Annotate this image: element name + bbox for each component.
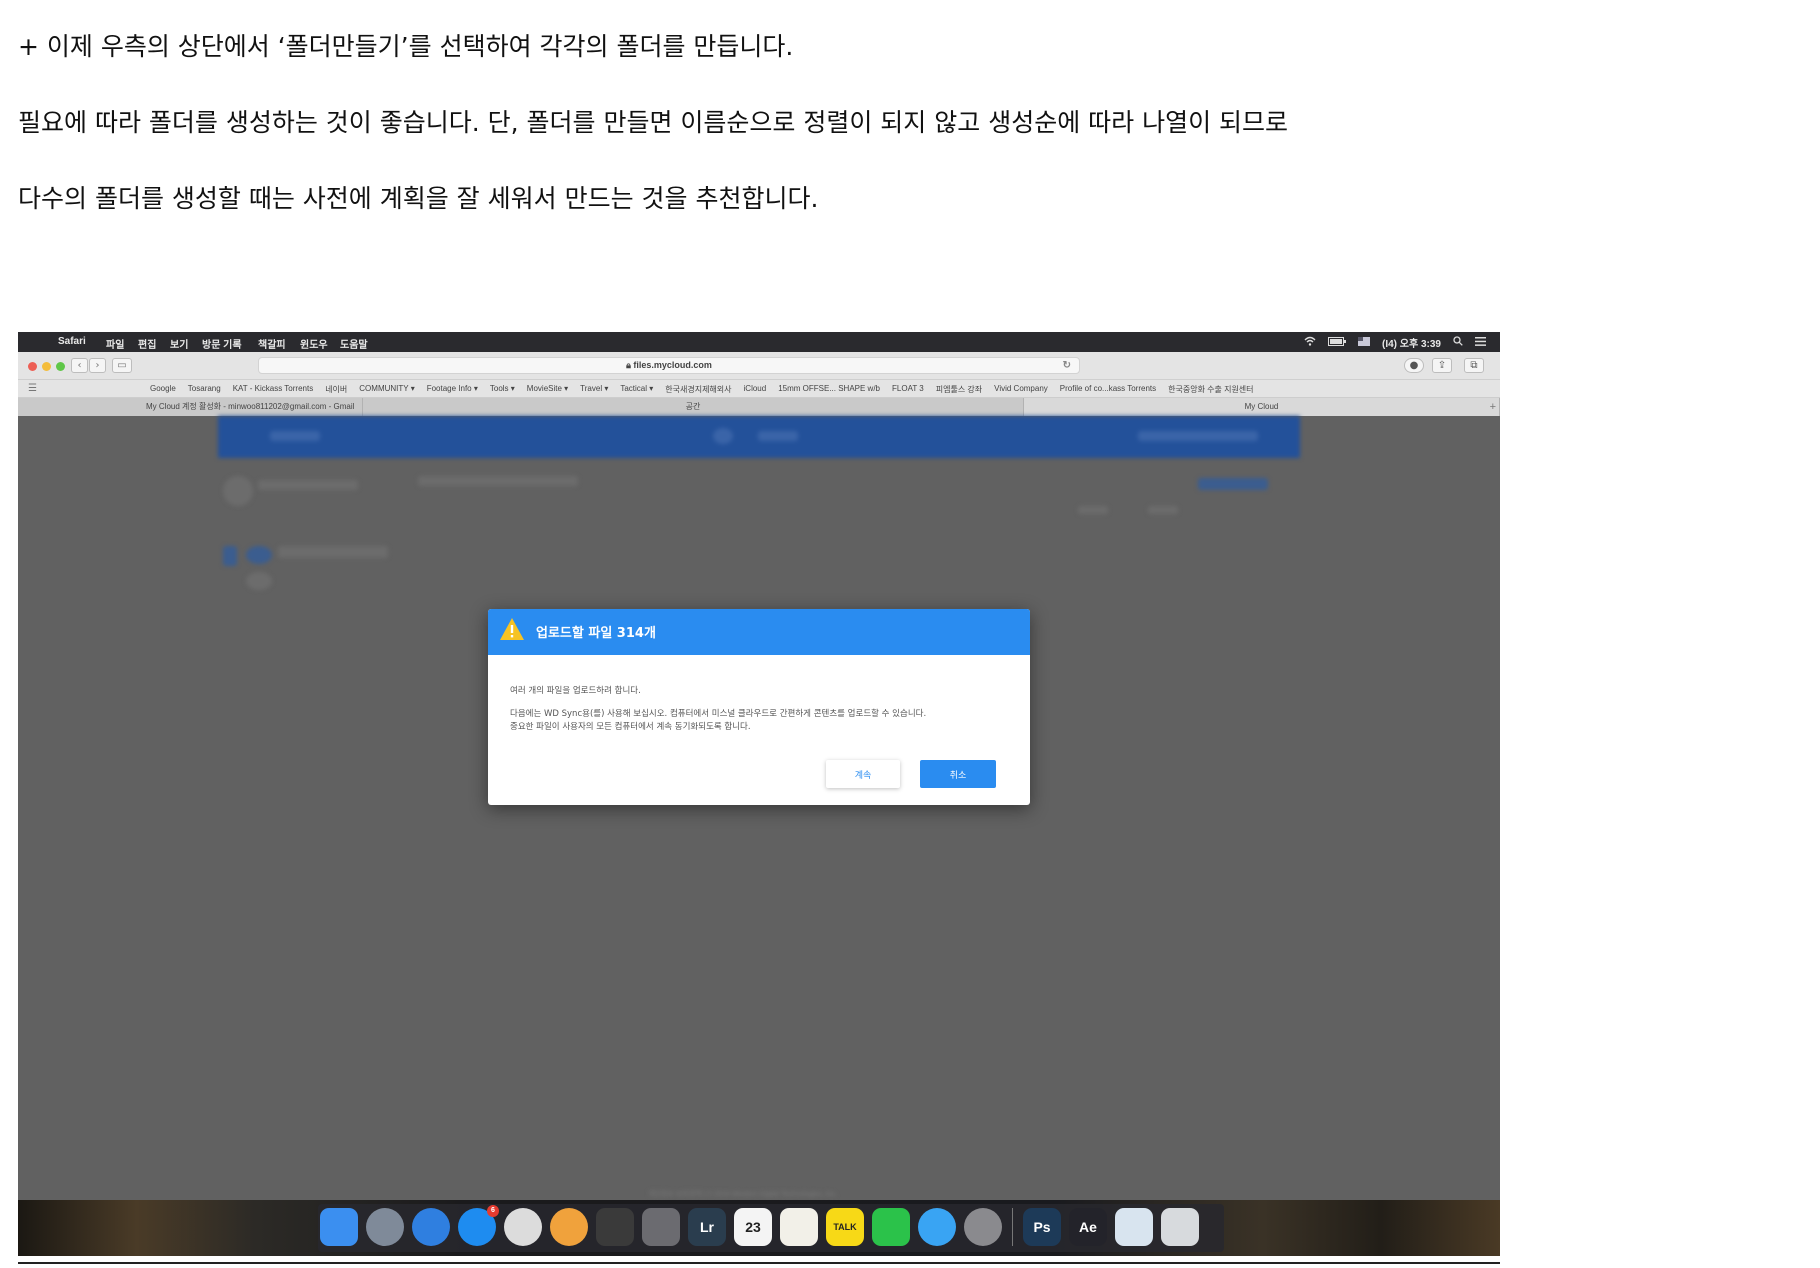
bookmark-item[interactable]: 한국새경지제해외사 [665, 384, 731, 395]
mac-screenshot: Safari 파일 편집 보기 방문 기록 책갈피 윈도우 도움말 (I4) 오… [18, 332, 1500, 1256]
chrome-icon[interactable] [504, 1208, 542, 1246]
page-footer-note: 개인정보 보호정책 | © 2016 Western Digital Techn… [648, 1191, 837, 1198]
lightroom-icon[interactable]: Lr [688, 1208, 726, 1246]
mac-menubar: Safari 파일 편집 보기 방문 기록 책갈피 윈도우 도움말 (I4) 오… [18, 332, 1500, 352]
minimize-window-button[interactable] [42, 362, 51, 371]
tab-bar: My Cloud 계정 활성화 - minwoo811202@gmail.com… [18, 398, 1500, 416]
kakaotalk-icon[interactable]: TALK [826, 1208, 864, 1246]
battery-icon[interactable] [1328, 336, 1347, 349]
bookmark-item[interactable]: Footage Info ▾ [427, 384, 478, 395]
menu-history[interactable]: 방문 기록 [202, 336, 242, 351]
sidebar-icon[interactable]: ▭ [112, 358, 132, 373]
preview-icon[interactable] [1115, 1208, 1153, 1246]
bookmarks-bar: ☰ Google Tosarang KAT - Kickass Torrents 네이… [18, 380, 1500, 398]
media-encoder-icon[interactable]: Ae [1069, 1208, 1107, 1246]
calendar-icon[interactable]: 23 [734, 1208, 772, 1246]
bookmark-item[interactable]: 15mm OFFSE... SHAPE w/b [778, 384, 880, 395]
menu-edit[interactable]: 편집 [138, 336, 156, 351]
photos-icon[interactable] [550, 1208, 588, 1246]
launchpad-icon[interactable] [366, 1208, 404, 1246]
tabs-overview-icon[interactable]: ⧉ [1464, 358, 1484, 373]
bookmark-item[interactable]: Google [150, 384, 176, 395]
dialog-body: 여러 개의 파일을 업로드하려 합니다. 다음에는 WD Sync용(를) 사용… [510, 685, 1010, 744]
tab-gmail[interactable]: My Cloud 계정 활성화 - minwoo811202@gmail.com… [18, 398, 363, 416]
upload-dialog: 업로드할 파일 314개 여러 개의 파일을 업로드하려 합니다. 다음에는 W… [488, 609, 1030, 805]
zoom-window-button[interactable] [56, 362, 65, 371]
system-preferences-icon[interactable] [964, 1208, 1002, 1246]
dialog-message: 여러 개의 파일을 업로드하려 합니다. [510, 686, 641, 696]
spotlight-icon[interactable] [1453, 336, 1463, 349]
photoshop-label: Ps [1033, 1219, 1051, 1235]
menu-window[interactable]: 윈도우 [300, 336, 328, 351]
bookmark-item[interactable]: Tactical ▾ [620, 384, 653, 395]
finder-icon[interactable] [320, 1208, 358, 1246]
reload-icon[interactable]: ↻ [1063, 358, 1071, 373]
tab-mycloud[interactable]: My Cloud [1024, 398, 1500, 416]
kakaotalk-label: TALK [833, 1222, 857, 1232]
notes-icon[interactable] [780, 1208, 818, 1246]
notification-center-icon[interactable] [1475, 336, 1486, 349]
flag-icon[interactable] [1358, 336, 1371, 349]
menubar-clock[interactable]: (I4) 오후 3:39 [1382, 335, 1441, 350]
bookmark-item[interactable]: Travel ▾ [580, 384, 608, 395]
bookmark-item[interactable]: COMMUNITY ▾ [359, 384, 414, 395]
bookmark-item[interactable]: Tools ▾ [490, 384, 515, 395]
cancel-button[interactable]: 취소 [920, 760, 996, 788]
article-line-3: 다수의 폴더를 생성할 때는 사전에 계획을 잘 세워서 만드는 것을 추천합니… [18, 184, 819, 213]
bookmark-item[interactable]: Tosarang [188, 384, 221, 395]
bottom-divider [18, 1262, 1500, 1264]
menu-bookmarks[interactable]: 책갈피 [258, 336, 286, 351]
article-line-2: 필요에 따라 폴더를 생성하는 것이 좋습니다. 단, 폴더를 만들면 이름순으… [18, 108, 1289, 137]
dialog-title: 업로드할 파일 314개 [536, 626, 656, 641]
final-cut-icon[interactable] [596, 1208, 634, 1246]
calendar-label: 23 [745, 1219, 761, 1235]
trash-icon[interactable] [1161, 1208, 1199, 1246]
lightroom-label: Lr [700, 1219, 714, 1235]
menu-help[interactable]: 도움말 [340, 336, 368, 351]
messages-icon[interactable] [918, 1208, 956, 1246]
article-line-1: + 이제 우측의 상단에서 ‘폴더만들기’를 선택하여 각각의 폴더를 만듭니다… [18, 32, 794, 61]
share-icon[interactable]: ⇪ [1432, 358, 1452, 373]
notification-badge: 6 [487, 1205, 499, 1217]
mac-dock: 6 Lr 23 TALK Ps Ae [18, 1200, 1500, 1256]
photoshop-icon[interactable]: Ps [1023, 1208, 1061, 1246]
bookmark-item[interactable]: 네이버 [325, 384, 347, 395]
extension-icon[interactable]: ● [1404, 358, 1424, 373]
dialog-header: 업로드할 파일 314개 [488, 609, 1030, 655]
dialog-sync-tip-2: 중요한 파일이 사용자의 모든 컴퓨터에서 계속 동기화되도록 합니다. [510, 722, 751, 732]
tab-space[interactable]: 공간 [363, 398, 1024, 416]
address-bar[interactable]: 🔒︎ files.mycloud.com ↻ [258, 357, 1080, 374]
bookmark-item[interactable]: iCloud [744, 384, 767, 395]
bookmark-item[interactable]: Vivid Company [994, 384, 1048, 395]
forward-icon[interactable]: › [89, 358, 106, 373]
dock-separator [1012, 1208, 1013, 1246]
menu-file[interactable]: 파일 [106, 336, 124, 351]
motion-icon[interactable] [642, 1208, 680, 1246]
dialog-sync-tip: 다음에는 WD Sync용(를) 사용해 보십시오. 컴퓨터에서 미스널 클라우… [510, 709, 927, 719]
reading-list-icon[interactable]: ☰ [28, 383, 37, 394]
menu-app-name[interactable]: Safari [58, 336, 86, 347]
browser-toolbar: ‹ › ▭ 🔒︎ files.mycloud.com ↻ ● ⇪ ⧉ [18, 352, 1500, 380]
close-window-button[interactable] [28, 362, 37, 371]
bookmark-item[interactable]: MovieSite ▾ [527, 384, 568, 395]
bookmark-item[interactable]: KAT - Kickass Torrents [233, 384, 313, 395]
bookmark-item[interactable]: 피엠툴스 강좌 [936, 384, 982, 395]
bookmark-item[interactable]: FLOAT 3 [892, 384, 924, 395]
warning-icon [500, 618, 524, 640]
app-store-icon[interactable]: 6 [458, 1205, 499, 1246]
address-url: files.mycloud.com [633, 360, 712, 370]
bookmark-item[interactable]: Profile of co...kass Torrents [1060, 384, 1156, 395]
menu-view[interactable]: 보기 [170, 336, 188, 351]
new-tab-icon[interactable]: + [1490, 398, 1496, 416]
continue-button[interactable]: 계속 [826, 760, 900, 788]
line-icon[interactable] [872, 1208, 910, 1246]
bookmark-item[interactable]: 한국중앙화 수출 지원센터 [1168, 384, 1253, 395]
wifi-icon[interactable] [1304, 336, 1316, 349]
web-content-overlay: 업로드할 파일 314개 여러 개의 파일을 업로드하려 합니다. 다음에는 W… [18, 416, 1500, 1200]
mycloud-header [218, 416, 1300, 458]
media-encoder-label: Ae [1079, 1219, 1097, 1235]
safari-icon[interactable] [412, 1208, 450, 1246]
back-icon[interactable]: ‹ [71, 358, 88, 373]
